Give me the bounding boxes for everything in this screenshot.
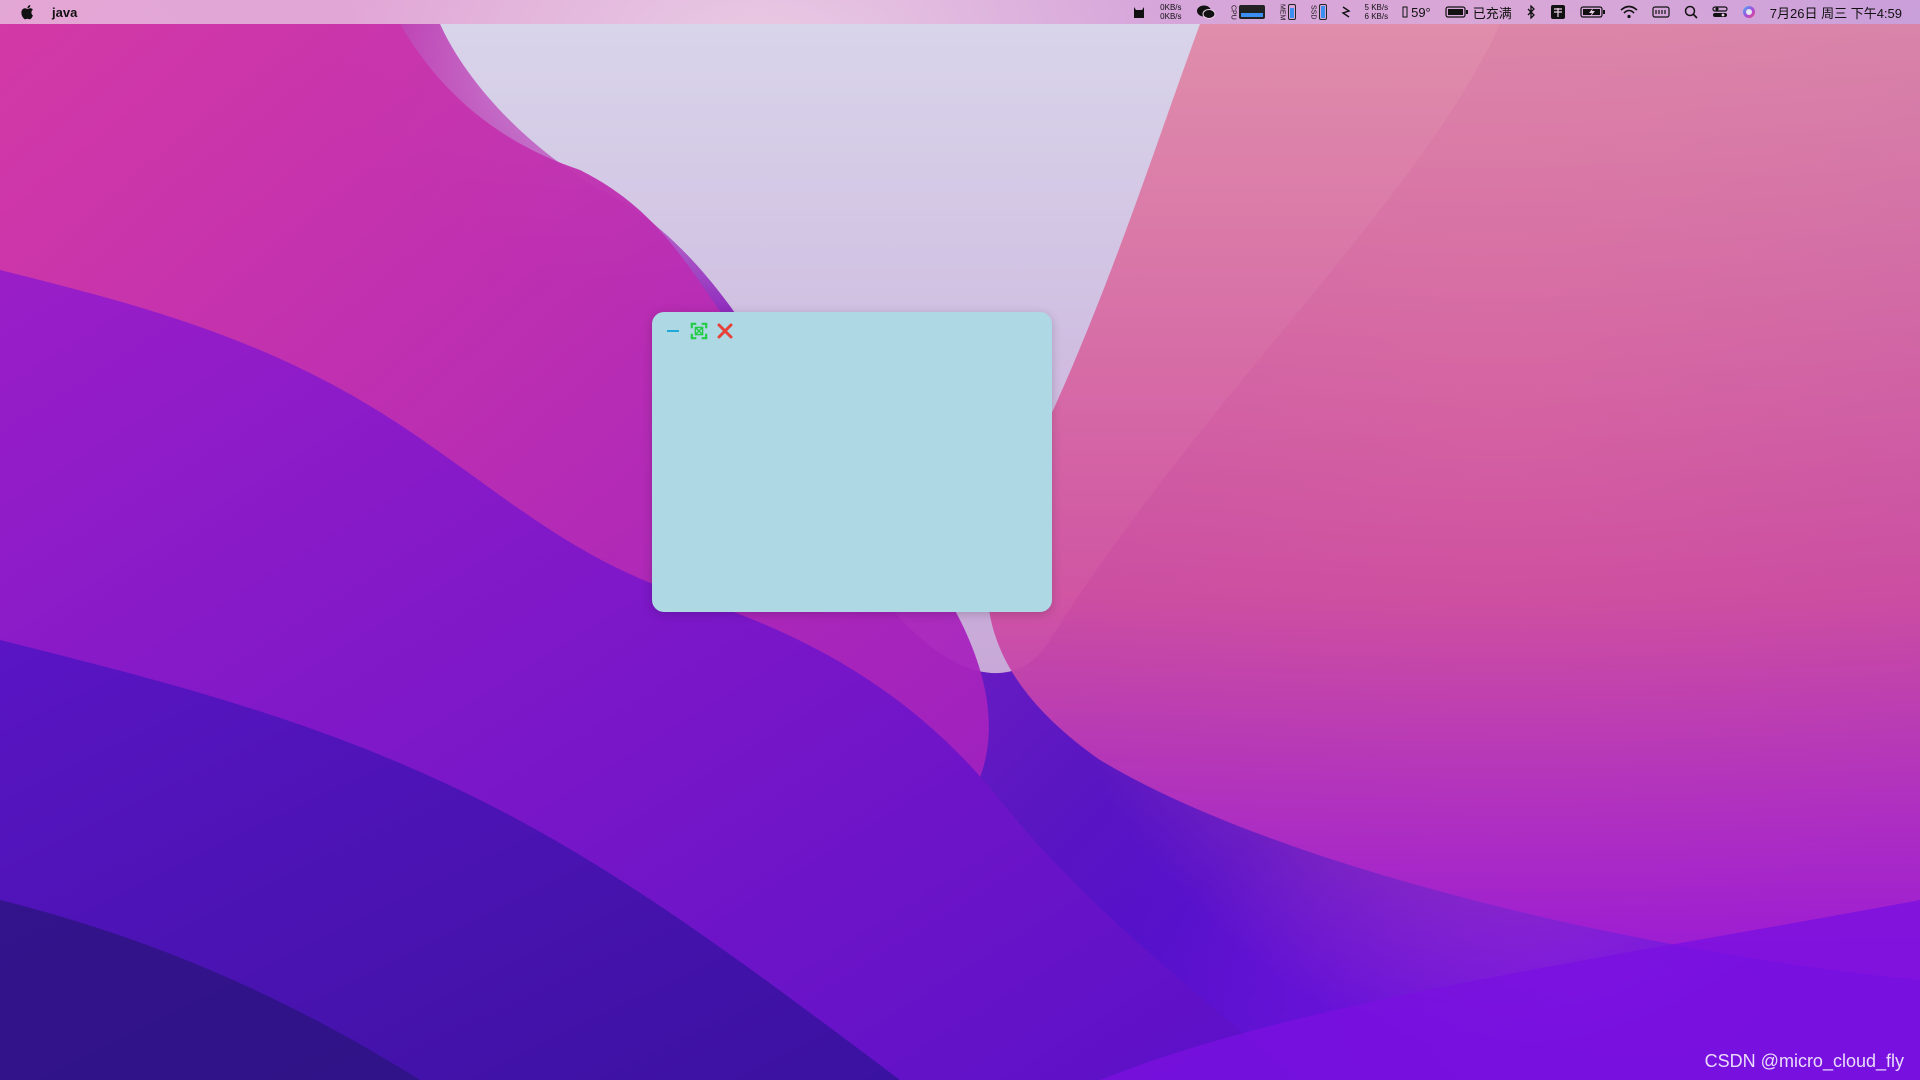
network-speed-widget[interactable]: 0KB/s 0KB/s	[1160, 0, 1181, 24]
battery-status-text: 已充满	[1472, 5, 1512, 21]
desktop: java 0KB/s 0KB/s CPU MEM SSD 5 KB/s 6 KB…	[0, 0, 1920, 1080]
sensor-icon	[1402, 6, 1408, 18]
menu-bar: java 0KB/s 0KB/s CPU MEM SSD 5 KB/s 6 KB…	[0, 0, 1920, 24]
window-controls	[664, 322, 734, 340]
network-upload-speed-2: 5 KB/s	[1364, 3, 1389, 12]
battery-charging-icon[interactable]	[1580, 0, 1606, 24]
control-center-icon[interactable]	[1712, 0, 1728, 24]
disk-meter-icon[interactable]: SSD	[1310, 0, 1327, 24]
battery-icon	[1445, 6, 1468, 18]
input-method-icon[interactable]	[1550, 0, 1566, 24]
bluetooth-icon[interactable]	[1526, 0, 1536, 24]
watermark: CSDN @micro_cloud_fly	[1704, 1051, 1904, 1071]
minimize-icon[interactable]	[664, 322, 682, 340]
memory-meter-label: MEM	[1278, 3, 1286, 21]
cat-icon[interactable]	[1132, 0, 1146, 24]
battery-widget[interactable]: 已充满	[1445, 0, 1512, 24]
wechat-icon[interactable]	[1196, 0, 1216, 24]
siri-icon[interactable]	[1742, 0, 1756, 24]
apple-icon[interactable]	[20, 4, 34, 20]
memory-meter-icon[interactable]: MEM	[1279, 0, 1296, 24]
keyboard-icon[interactable]	[1652, 0, 1670, 24]
temperature-readout: 59°	[1411, 4, 1431, 20]
network-download-speed: 0KB/s	[1160, 12, 1182, 21]
wifi-icon[interactable]	[1620, 0, 1638, 24]
cpu-meter-icon[interactable]: CPU	[1230, 0, 1265, 24]
menu-bar-clock[interactable]: 7月26日 周三 下午4:59	[1770, 0, 1902, 24]
fan-icon[interactable]	[1340, 0, 1351, 24]
status-bar: 0KB/s 0KB/s CPU MEM SSD 5 KB/s 6 KB/s 59…	[1118, 0, 1920, 24]
app-menu-title[interactable]: java	[52, 5, 77, 20]
search-icon[interactable]	[1684, 0, 1698, 24]
sensor-widget[interactable]: 59°	[1402, 0, 1431, 24]
maximize-icon[interactable]	[690, 322, 708, 340]
network-speed-widget-2[interactable]: 5 KB/s 6 KB/s	[1365, 0, 1389, 24]
close-icon[interactable]	[716, 322, 734, 340]
network-download-speed-2: 6 KB/s	[1364, 12, 1389, 21]
network-upload-speed: 0KB/s	[1160, 3, 1182, 12]
disk-meter-label: SSD	[1309, 4, 1317, 20]
java-app-window[interactable]	[652, 312, 1052, 612]
cpu-meter-label: CPU	[1229, 4, 1237, 20]
